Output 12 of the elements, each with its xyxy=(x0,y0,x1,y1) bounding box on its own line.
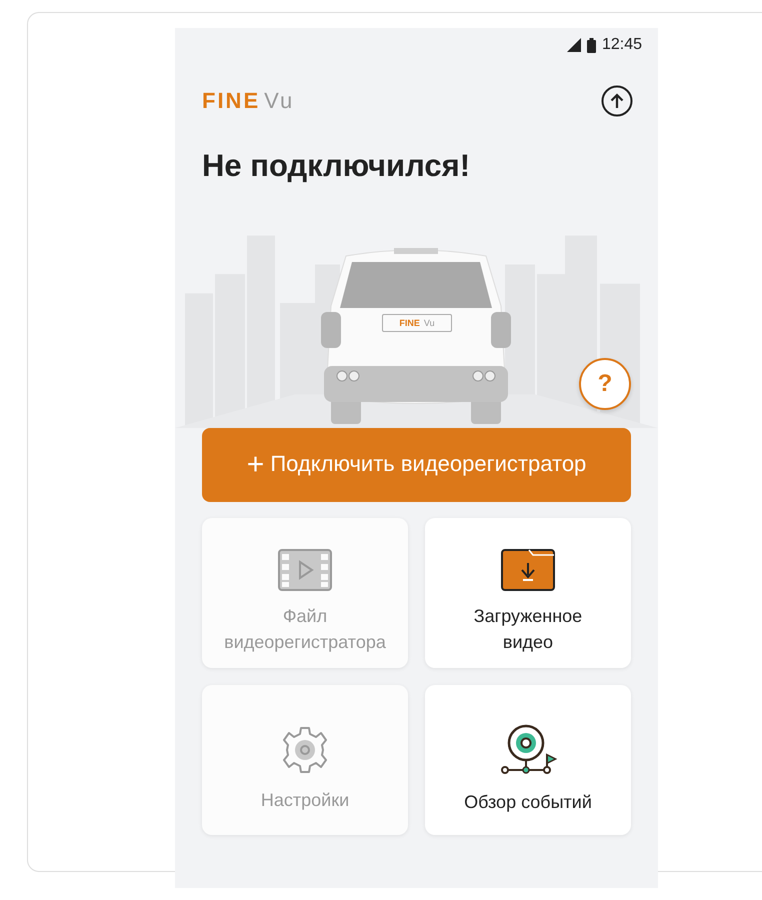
upload-button[interactable] xyxy=(601,85,633,117)
license-plate: FINE Vu xyxy=(382,314,452,332)
connection-status-title: Не подключился! xyxy=(202,147,472,185)
battery-icon xyxy=(586,38,596,52)
status-time: 12:45 xyxy=(602,36,642,54)
menu-tile[interactable]: Обзор событий xyxy=(425,685,631,835)
film-icon xyxy=(278,549,332,591)
folder-download-icon xyxy=(501,549,555,591)
settings-icon xyxy=(280,725,330,775)
menu-tile[interactable]: Загруженное видео xyxy=(425,518,631,668)
signal-icon xyxy=(566,38,581,52)
brand-logo: FINE Vu xyxy=(202,88,294,114)
